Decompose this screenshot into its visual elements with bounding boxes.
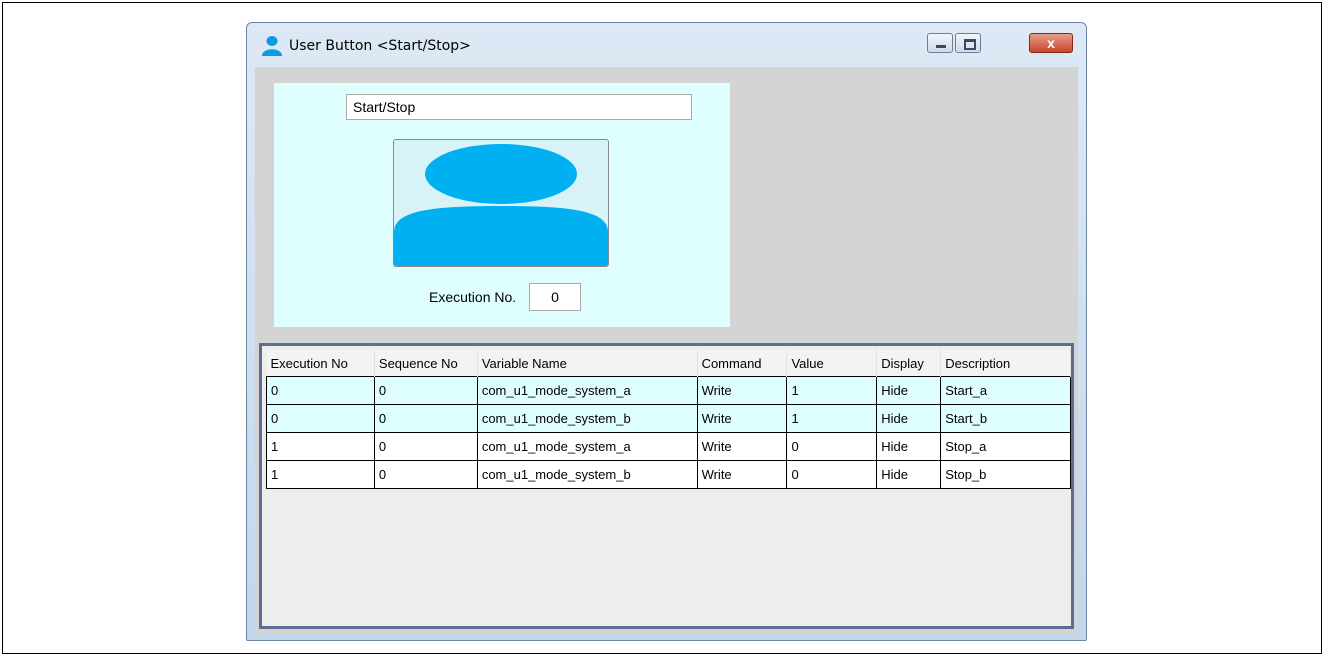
cell-variable-name[interactable]: com_u1_mode_system_b: [476, 404, 698, 433]
cell-display[interactable]: Hide: [876, 376, 942, 405]
cell-value[interactable]: 0: [786, 460, 878, 489]
cell-execution-no[interactable]: 1: [266, 460, 375, 489]
cell-value[interactable]: 1: [786, 376, 878, 405]
cell-description[interactable]: Stop_b: [940, 460, 1071, 489]
cell-sequence-no[interactable]: 0: [373, 404, 478, 433]
button-preview-panel: Execution No.: [274, 83, 730, 327]
cell-description[interactable]: Stop_a: [940, 432, 1071, 461]
window-title: User Button <Start/Stop>: [289, 38, 471, 54]
user-button-image[interactable]: [393, 139, 609, 267]
minimize-button[interactable]: [927, 33, 953, 53]
cell-description[interactable]: Start_a: [940, 376, 1071, 405]
cell-variable-name[interactable]: com_u1_mode_system_b: [476, 460, 698, 489]
cell-variable-name[interactable]: com_u1_mode_system_a: [476, 376, 698, 405]
user-icon: [262, 36, 282, 56]
close-icon: x: [1047, 35, 1055, 51]
column-header-command[interactable]: Command: [697, 350, 788, 377]
sequence-table: Execution No Sequence No Variable Name C…: [266, 350, 1071, 489]
execution-number-input[interactable]: [529, 283, 581, 311]
cell-command[interactable]: Write: [696, 460, 788, 489]
minimize-icon: [928, 34, 952, 52]
cell-command[interactable]: Write: [696, 432, 788, 461]
cell-display[interactable]: Hide: [876, 404, 942, 433]
dialog-client-area: Execution No. Execution No Sequence No V…: [255, 67, 1078, 633]
cell-execution-no[interactable]: 0: [266, 404, 375, 433]
user-silhouette-icon: [394, 140, 608, 266]
user-button-dialog: User Button <Start/Stop> x Execution No.: [246, 22, 1087, 641]
cell-execution-no[interactable]: 0: [266, 376, 375, 405]
table-row[interactable]: 0 0 com_u1_mode_system_b Write 1 Hide St…: [266, 404, 1071, 433]
column-header-value[interactable]: Value: [786, 350, 878, 377]
column-header-execution-no[interactable]: Execution No: [266, 350, 375, 377]
column-header-display[interactable]: Display: [876, 350, 942, 377]
table-row[interactable]: 0 0 com_u1_mode_system_a Write 1 Hide St…: [266, 376, 1071, 405]
maximize-icon: [956, 34, 980, 52]
cell-sequence-no[interactable]: 0: [373, 376, 478, 405]
cell-value[interactable]: 0: [786, 432, 878, 461]
close-button[interactable]: x: [1029, 33, 1073, 53]
cell-value[interactable]: 1: [786, 404, 878, 433]
cell-execution-no[interactable]: 1: [266, 432, 375, 461]
cell-display[interactable]: Hide: [876, 432, 942, 461]
cell-display[interactable]: Hide: [876, 460, 942, 489]
cell-command[interactable]: Write: [696, 404, 788, 433]
title-bar[interactable]: User Button <Start/Stop> x: [247, 23, 1086, 67]
table-row[interactable]: 1 0 com_u1_mode_system_a Write 0 Hide St…: [266, 432, 1071, 461]
table-row[interactable]: 1 0 com_u1_mode_system_b Write 0 Hide St…: [266, 460, 1071, 489]
cell-description[interactable]: Start_b: [940, 404, 1071, 433]
cell-command[interactable]: Write: [696, 376, 788, 405]
maximize-button[interactable]: [955, 33, 981, 53]
cell-sequence-no[interactable]: 0: [373, 432, 478, 461]
column-header-variable-name[interactable]: Variable Name: [477, 350, 698, 377]
column-header-description[interactable]: Description: [940, 350, 1071, 377]
cell-sequence-no[interactable]: 0: [373, 460, 478, 489]
button-name-input[interactable]: [346, 94, 692, 120]
execution-number-label: Execution No.: [429, 289, 517, 305]
column-header-sequence-no[interactable]: Sequence No: [374, 350, 478, 377]
cell-variable-name[interactable]: com_u1_mode_system_a: [476, 432, 698, 461]
sequence-table-panel: Execution No Sequence No Variable Name C…: [259, 343, 1074, 629]
table-header-row: Execution No Sequence No Variable Name C…: [266, 350, 1071, 377]
